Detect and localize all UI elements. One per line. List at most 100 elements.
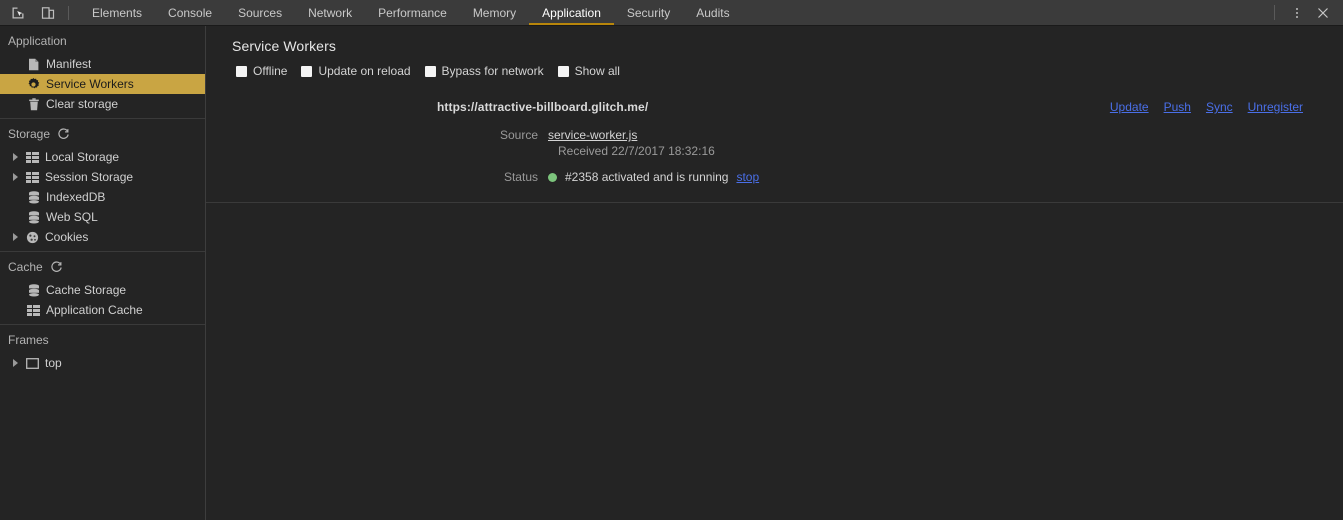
registration-details: Source service-worker.js Received 22/7/2… [206,128,1343,184]
section-header-cache: Cache [0,252,205,280]
sidebar-item-cookies[interactable]: Cookies [0,227,205,247]
tab-label: Security [626,5,671,20]
toolbar-right-icons [1274,0,1343,25]
sidebar-item-top-frame[interactable]: top [0,353,205,373]
tab-label: Performance [378,5,447,20]
tab-label: Network [308,5,353,20]
table-icon [26,303,41,318]
status-label: Status [503,170,538,184]
cookie-icon [25,230,40,245]
push-link[interactable]: Push [1164,100,1191,114]
tab-sources[interactable]: Sources [225,0,295,25]
tab-security[interactable]: Security [614,0,683,25]
close-icon[interactable] [1311,2,1335,24]
tab-network[interactable]: Network [295,0,365,25]
service-workers-panel: Service Workers Offline Update on reload… [206,26,1343,520]
sidebar-item-label: Clear storage [46,97,119,111]
inspect-element-icon[interactable] [6,2,30,24]
stop-link[interactable]: stop [736,170,759,184]
page-title: Service Workers [232,38,336,54]
chevron-right-icon[interactable] [10,358,20,368]
service-worker-options: Offline Update on reload Bypass for netw… [206,54,1343,78]
section-title: Storage [8,127,51,141]
registration-scope-url: https://attractive-billboard.glitch.me/ [437,100,649,114]
sidebar-item-label: top [45,356,62,370]
sidebar-item-web-sql[interactable]: Web SQL [0,207,205,227]
chevron-right-icon[interactable] [10,152,20,162]
sidebar-item-session-storage[interactable]: Session Storage [0,167,205,187]
sidebar-item-local-storage[interactable]: Local Storage [0,147,205,167]
status-value: #2358 activated and is running stop [548,170,759,184]
device-toolbar-icon[interactable] [36,2,60,24]
tab-label: Console [168,5,213,20]
chevron-right-icon[interactable] [10,232,20,242]
update-link[interactable]: Update [1110,100,1149,114]
offline-checkbox[interactable] [236,65,247,77]
source-received-timestamp: Received 22/7/2017 18:32:16 [558,144,715,158]
source-row: Source service-worker.js [206,128,1343,142]
section-header-storage: Storage [0,119,205,147]
option-offline[interactable]: Offline [236,64,287,78]
sidebar-item-indexeddb[interactable]: IndexedDB [0,187,205,207]
section-header-frames: Frames [0,325,205,353]
toolbar-left-icons [0,0,79,25]
source-value: service-worker.js [548,128,637,142]
sidebar-item-label: Service Workers [46,77,134,91]
toolbar-divider [68,5,69,20]
sidebar-item-cache-storage[interactable]: Cache Storage [0,280,205,300]
database-icon [26,210,41,225]
section-title: Cache [8,260,43,274]
sidebar-item-application-cache[interactable]: Application Cache [0,300,205,320]
status-row: Status #2358 activated and is running st… [206,170,1343,184]
sidebar-item-clear-storage[interactable]: Clear storage [0,94,205,114]
section-header-application: Application [0,26,205,54]
update-on-reload-checkbox[interactable] [301,65,313,77]
chevron-right-icon[interactable] [10,172,20,182]
option-label: Update on reload [318,64,411,78]
frame-icon [25,356,40,371]
section-title: Application [8,34,67,48]
sidebar-item-label: Cookies [45,230,89,244]
source-label: Source [499,128,538,142]
sidebar-item-label: Manifest [46,57,92,71]
sidebar-item-label: IndexedDB [46,190,106,204]
sync-link[interactable]: Sync [1206,100,1233,114]
option-update-on-reload[interactable]: Update on reload [301,64,411,78]
unregister-link[interactable]: Unregister [1248,100,1303,114]
sidebar-item-label: Application Cache [46,303,143,317]
tab-application[interactable]: Application [529,0,614,25]
bypass-for-network-checkbox[interactable] [424,65,436,77]
option-label: Offline [253,64,288,78]
tab-label: Application [542,5,601,20]
sidebar-item-label: Web SQL [46,210,98,224]
tab-audits[interactable]: Audits [683,0,742,25]
refresh-icon[interactable] [50,260,63,274]
database-icon [26,283,41,298]
option-show-all[interactable]: Show all [557,64,620,78]
tab-label: Sources [238,5,283,20]
option-bypass-for-network[interactable]: Bypass for network [424,64,544,78]
sidebar-item-service-workers[interactable]: Service Workers [0,74,205,94]
sidebar-item-label: Session Storage [45,170,134,184]
tab-label: Audits [696,5,730,20]
application-sidebar: Application Manifest Service Workers Cle… [0,26,206,520]
panel-tabs: Elements Console Sources Network Perform… [79,0,743,25]
tab-memory[interactable]: Memory [460,0,529,25]
source-file-link[interactable]: service-worker.js [548,128,637,142]
manifest-document-icon [26,57,41,72]
sidebar-item-manifest[interactable]: Manifest [0,54,205,74]
service-worker-registration: https://attractive-billboard.glitch.me/ … [206,78,1343,203]
database-icon [26,190,41,205]
option-label: Show all [574,64,620,78]
show-all-checkbox[interactable] [557,65,569,77]
refresh-icon[interactable] [57,127,70,141]
tab-console[interactable]: Console [155,0,225,25]
vertical-ellipsis-icon[interactable] [1285,2,1309,24]
tab-elements[interactable]: Elements [79,0,155,25]
section-title: Frames [8,333,49,347]
tab-label: Elements [92,5,143,20]
tab-performance[interactable]: Performance [365,0,460,25]
sidebar-item-label: Local Storage [45,150,120,164]
toolbar-right-divider [1274,5,1275,20]
devtools-window: Elements Console Sources Network Perform… [0,0,1343,520]
